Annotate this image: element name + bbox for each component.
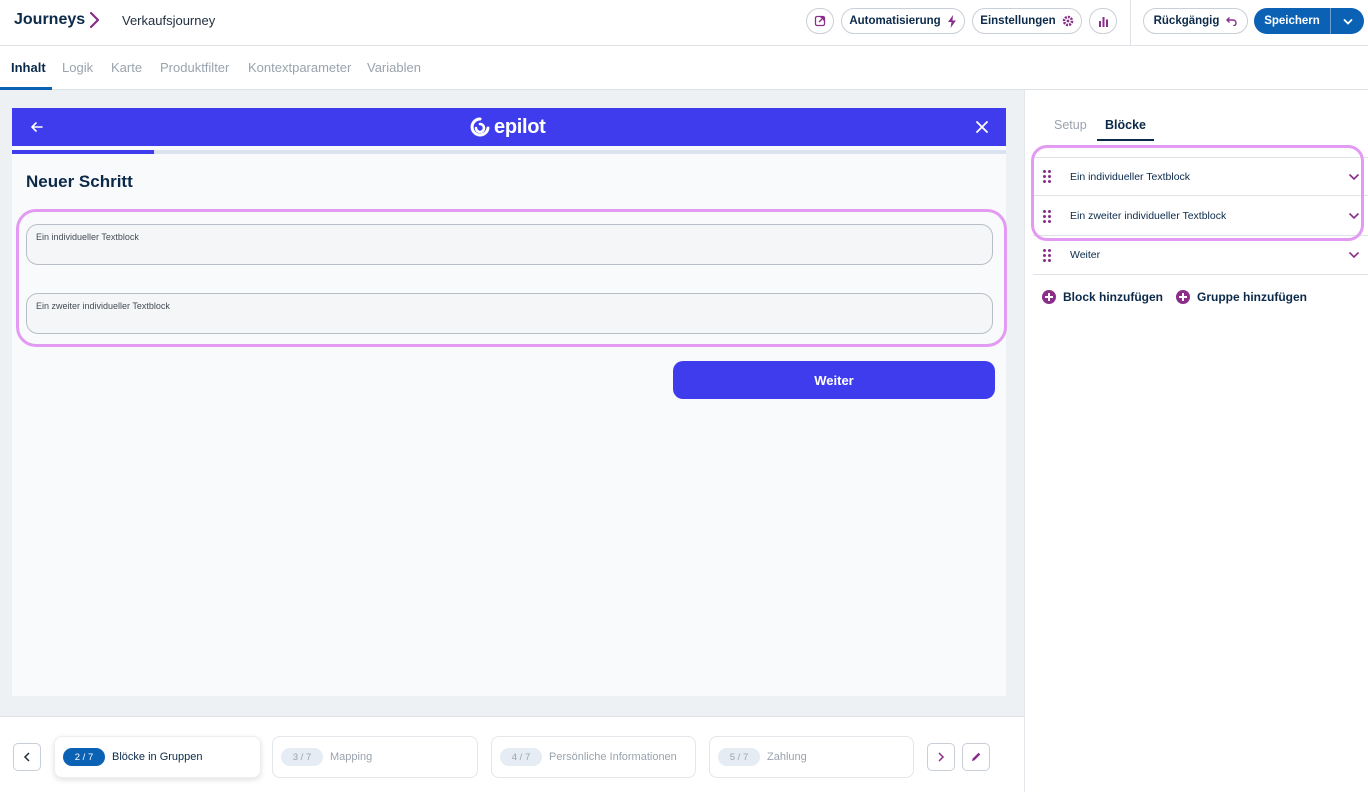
undo-label: Rückgängig [1153,15,1220,27]
open-journey-button[interactable] [806,8,834,34]
plus-circle-icon [1042,290,1056,304]
tab-variablen[interactable]: Variablen [367,60,421,75]
step-number-badge: 5 / 7 [718,748,760,766]
block-item[interactable]: Weiter [1033,236,1368,275]
chevron-down-icon[interactable] [1348,251,1360,259]
editor-tabs: Inhalt Logik Karte Produktfilter Kontext… [0,47,1368,90]
active-panel-tab-indicator [1097,139,1154,141]
step-card[interactable]: 5 / 7 Zahlung [709,736,914,778]
epilot-logo-icon [470,117,490,136]
step-name: Persönliche Informationen [549,751,677,763]
add-block-button[interactable]: Block hinzufügen [1042,290,1163,304]
block-label: Weiter [1070,249,1101,261]
next-button[interactable]: Weiter [673,361,995,399]
save-button[interactable]: Speichern [1254,8,1330,34]
save-options-button[interactable] [1331,8,1364,34]
bar-chart-icon [1098,16,1108,27]
chevron-right-icon [938,752,945,762]
add-group-button[interactable]: Gruppe hinzufügen [1176,290,1307,304]
step-title: Neuer Schritt [26,172,133,191]
previous-step-button[interactable] [13,743,41,771]
tab-karte[interactable]: Karte [111,60,142,75]
next-step-button[interactable] [927,743,955,771]
step-card[interactable]: 4 / 7 Persönliche Informationen [491,736,696,778]
tab-bloecke[interactable]: Blöcke [1105,118,1146,132]
plus-circle-icon [1176,290,1190,304]
journey-name[interactable]: Verkaufsjourney [122,13,215,28]
journey-preview [12,108,1006,696]
lightning-icon [947,14,956,28]
epilot-logo: epilot [470,116,546,139]
undo-icon [1226,17,1238,26]
highlight-outline-blocks [1031,145,1364,241]
chevron-down-icon [1342,18,1353,25]
header-divider [1130,0,1131,46]
tab-inhalt[interactable]: Inhalt [11,60,46,75]
step-name: Blöcke in Gruppen [112,751,203,763]
step-name: Zahlung [767,751,807,763]
tab-kontextparameter[interactable]: Kontextparameter [248,60,351,75]
step-card[interactable]: 3 / 7 Mapping [272,736,478,778]
automation-button[interactable]: Automatisierung [841,8,965,34]
pencil-icon [972,752,981,761]
external-link-icon [814,15,826,27]
automation-label: Automatisierung [849,15,941,27]
chevron-left-icon [23,752,30,762]
analytics-button[interactable] [1089,8,1117,34]
edit-step-button[interactable] [962,743,990,771]
add-group-label: Gruppe hinzufügen [1197,290,1307,304]
save-button-group: Speichern [1254,8,1364,34]
step-number-badge: 2 / 7 [63,748,105,766]
undo-button[interactable]: Rückgängig [1143,8,1248,34]
step-number-badge: 3 / 7 [281,748,323,766]
settings-label: Einstellungen [980,15,1056,27]
settings-button[interactable]: Einstellungen [972,8,1082,34]
step-number-badge: 4 / 7 [500,748,542,766]
gear-icon [1062,15,1074,27]
tab-setup[interactable]: Setup [1054,118,1087,132]
drag-handle-icon[interactable] [1043,248,1051,262]
back-arrow-icon[interactable] [30,120,44,134]
app-title[interactable]: Journeys [14,11,85,29]
tab-produktfilter[interactable]: Produktfilter [160,60,229,75]
progress-fill [12,150,154,154]
logo-text: epilot [494,116,546,138]
step-card[interactable]: 2 / 7 Blöcke in Gruppen [54,736,261,778]
close-icon[interactable] [975,120,989,134]
highlight-outline-preview [16,209,1007,347]
tab-logik[interactable]: Logik [62,60,93,75]
app-header: Journeys Verkaufsjourney Automatisierung… [0,0,1368,46]
breadcrumb-chevron-icon [89,11,100,29]
add-block-label: Block hinzufügen [1063,290,1163,304]
progress-track [12,150,1006,154]
step-name: Mapping [330,751,373,763]
